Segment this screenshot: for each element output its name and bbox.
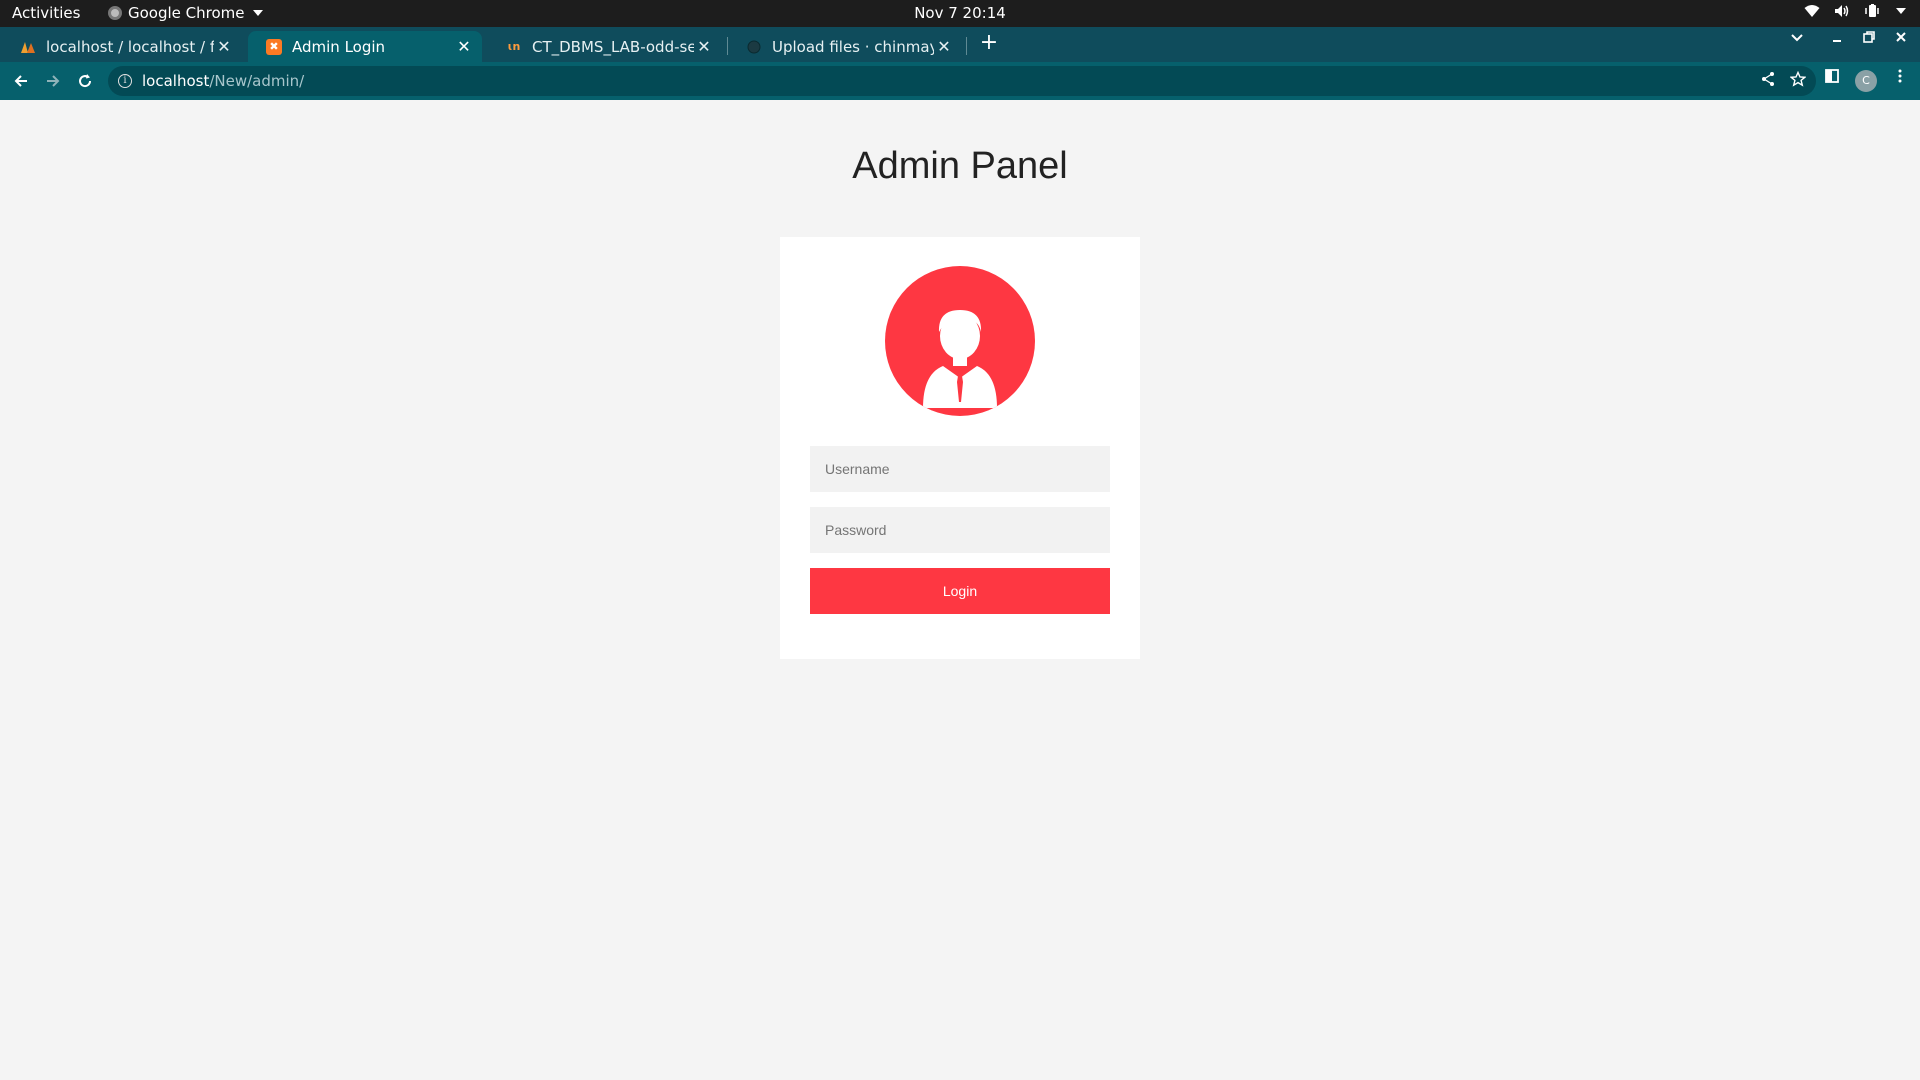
chrome-menu-button[interactable] (1892, 68, 1908, 88)
share-icon[interactable] (1760, 71, 1776, 87)
close-icon[interactable]: ✕ (214, 37, 234, 56)
tab-title: Admin Login (292, 37, 386, 56)
forward-button[interactable] (40, 68, 66, 94)
url-host: localhost (142, 72, 210, 90)
restore-button[interactable] (1859, 30, 1879, 48)
overleaf-icon: ɩn (507, 40, 521, 53)
login-card: Login (780, 237, 1140, 659)
close-icon[interactable]: ✕ (454, 37, 474, 56)
volume-icon (1835, 5, 1849, 17)
chrome-icon (108, 6, 122, 20)
side-panel-icon (1825, 69, 1839, 83)
minimize-icon (1833, 40, 1841, 42)
tab-title: CT_DBMS_LAB-odd-sem-2 (532, 37, 694, 56)
url-path: /New/admin/ (209, 72, 305, 90)
close-window-button[interactable] (1891, 30, 1911, 48)
info-icon[interactable]: i (118, 74, 132, 88)
tab-overleaf[interactable]: ɩn CT_DBMS_LAB-odd-sem-2 ✕ (488, 31, 722, 62)
star-icon[interactable] (1790, 71, 1806, 87)
xampp-icon: ✖ (266, 38, 282, 55)
tab-admin-login[interactable]: ✖ Admin Login ✕ (248, 31, 482, 62)
page-title: Admin Panel (852, 145, 1068, 187)
chevron-down-icon (1791, 34, 1803, 42)
username-field[interactable] (810, 446, 1110, 492)
arrow-left-icon (14, 75, 27, 87)
reload-button[interactable] (72, 68, 98, 94)
address-bar[interactable]: i localhost/New/admin/ (108, 66, 1816, 96)
tab-github[interactable]: Upload files · chinmayee-4 ✕ (728, 31, 962, 62)
reload-icon (79, 74, 92, 88)
tab-separator (966, 37, 967, 55)
user-icon (923, 310, 997, 408)
app-menu[interactable]: Google Chrome (108, 4, 263, 22)
browser-toolbar: i localhost/New/admin/ (0, 62, 1920, 100)
tab-phpmyadmin[interactable]: localhost / localhost / fin ✕ (2, 31, 242, 62)
more-vertical-icon (1898, 69, 1902, 83)
battery-icon (1865, 4, 1879, 17)
tab-search-button[interactable] (1787, 30, 1807, 48)
close-icon[interactable]: ✕ (694, 37, 714, 56)
password-field[interactable] (810, 507, 1110, 553)
github-icon (746, 39, 762, 55)
close-icon[interactable]: ✕ (934, 37, 954, 56)
clock[interactable]: Nov 7 20:14 (914, 4, 1006, 22)
page-content: Admin Panel Login (0, 100, 1920, 1080)
activities-button[interactable]: Activities (12, 4, 80, 22)
phpmyadmin-icon (20, 39, 36, 55)
login-button[interactable]: Login (810, 568, 1110, 614)
minimize-button[interactable] (1827, 30, 1847, 48)
side-panel-button[interactable] (1824, 68, 1840, 88)
system-tray[interactable] (1804, 4, 1906, 18)
new-tab-button[interactable]: + (976, 30, 1002, 56)
tab-strip: localhost / localhost / fin ✕ ✖ Admin Lo… (0, 27, 1920, 62)
chevron-down-icon (1896, 8, 1906, 14)
tab-title: localhost / localhost / fin (46, 37, 214, 56)
tab-title: Upload files · chinmayee-4 (772, 37, 934, 56)
close-icon (1896, 32, 1906, 42)
wifi-icon (1804, 5, 1820, 17)
chevron-down-icon (252, 10, 263, 16)
avatar (885, 266, 1035, 416)
back-button[interactable] (8, 68, 34, 94)
app-menu-label: Google Chrome (128, 4, 245, 22)
restore-icon (1863, 31, 1875, 43)
arrow-right-icon (47, 75, 60, 87)
system-top-bar: Activities Google Chrome Nov 7 20:14 (0, 0, 1920, 27)
profile-avatar[interactable]: C (1855, 70, 1877, 92)
